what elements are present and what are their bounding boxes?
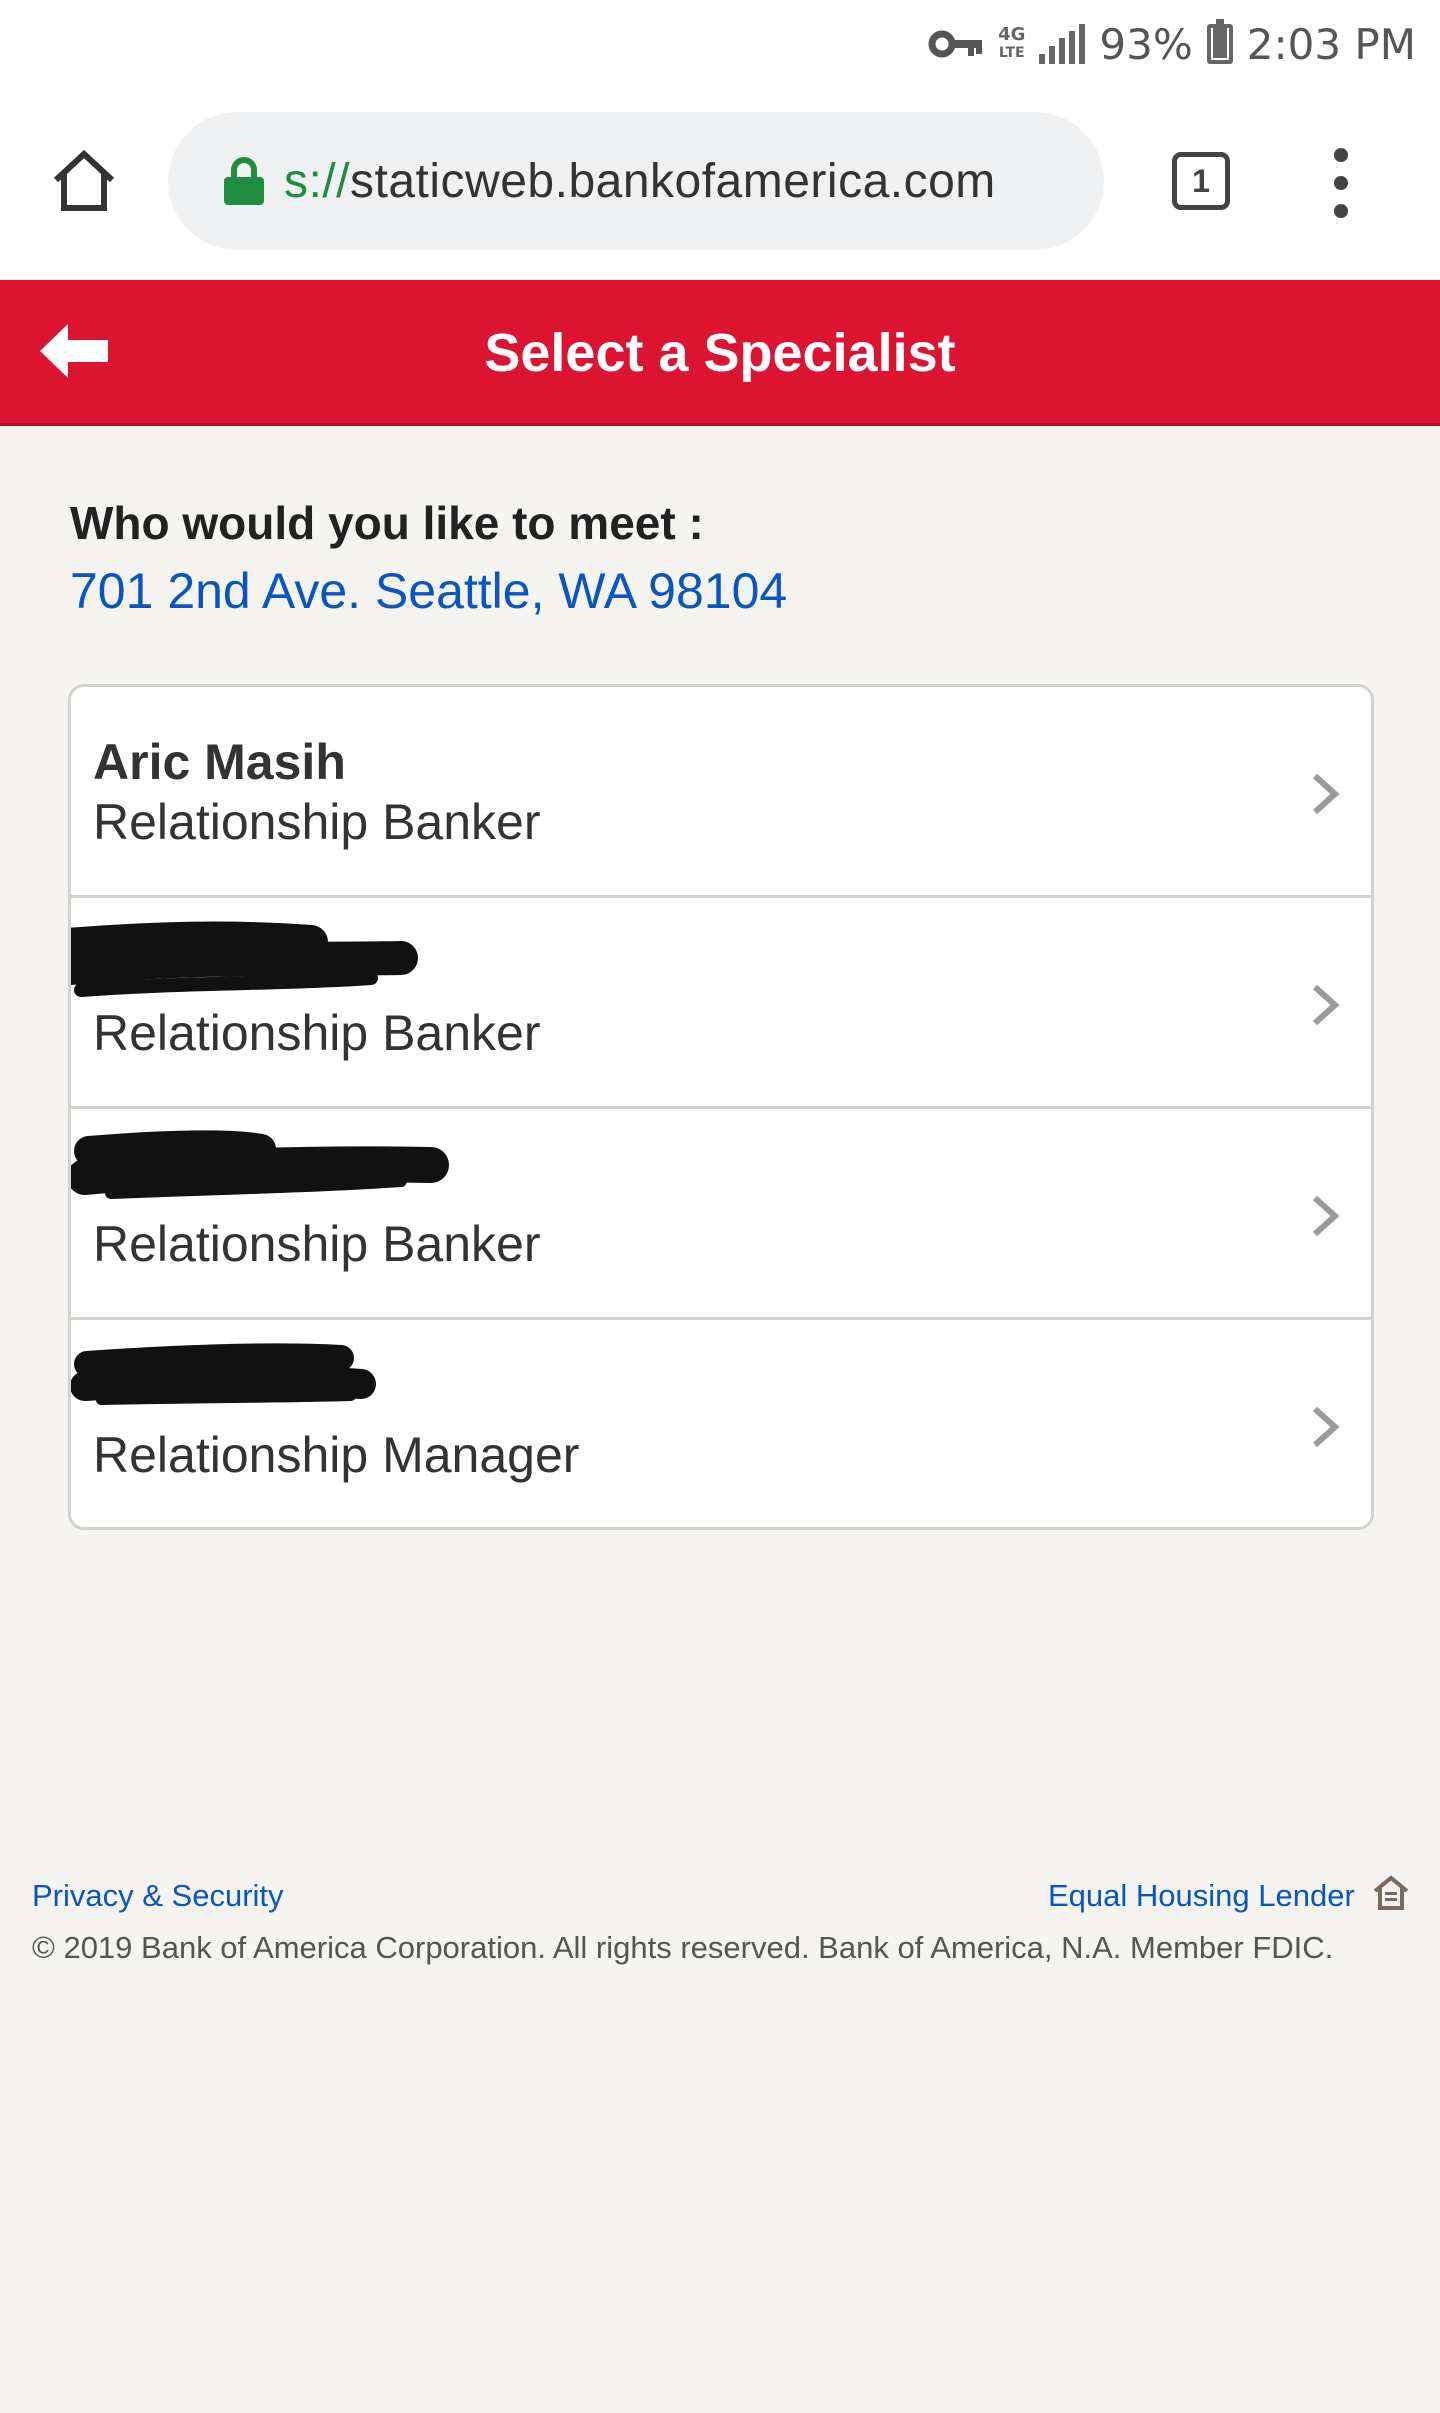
redaction-scribble bbox=[71, 921, 418, 997]
signal-strength-icon bbox=[1039, 24, 1086, 64]
browser-toolbar: s://staticweb.bankofamerica.com 1 bbox=[0, 88, 1440, 280]
specialist-name: Aric Masih bbox=[93, 734, 346, 790]
chevron-right-icon bbox=[1312, 1195, 1340, 1237]
specialist-row[interactable]: Relationship Manager bbox=[71, 1320, 1371, 1527]
clock: 2:03 PM bbox=[1246, 19, 1416, 69]
specialist-title: Relationship Banker bbox=[93, 1005, 541, 1061]
tab-count: 1 bbox=[1192, 162, 1210, 199]
specialist-row[interactable]: Relationship Banker bbox=[71, 1109, 1371, 1320]
url-host: staticweb.bankofamerica.com bbox=[350, 154, 996, 208]
network-sub-label: LTE bbox=[998, 45, 1025, 61]
back-arrow-icon[interactable] bbox=[32, 316, 112, 386]
battery-charging-icon bbox=[1206, 19, 1233, 64]
app-header: Select a Specialist bbox=[0, 280, 1440, 426]
specialist-row[interactable]: Relationship Banker bbox=[71, 898, 1371, 1109]
specialist-list: Aric Masih Relationship Banker Relations… bbox=[68, 684, 1374, 1530]
status-bar: 4G LTE 93% 2:03 PM bbox=[0, 0, 1440, 88]
home-icon[interactable] bbox=[48, 144, 120, 216]
specialist-title: Relationship Banker bbox=[93, 1216, 541, 1272]
chevron-right-icon bbox=[1312, 773, 1340, 815]
equal-housing-icon bbox=[1373, 1875, 1409, 1910]
redaction-scribble bbox=[71, 1343, 376, 1405]
chevron-right-icon bbox=[1312, 984, 1340, 1026]
battery-percent: 93% bbox=[1099, 19, 1193, 69]
equal-housing-lender-link[interactable]: Equal Housing Lender bbox=[1048, 1878, 1355, 1914]
lock-icon bbox=[224, 157, 264, 205]
overflow-menu-icon[interactable] bbox=[1326, 148, 1356, 218]
url-text[interactable]: s://staticweb.bankofamerica.com bbox=[284, 154, 996, 209]
copyright-text: © 2019 Bank of America Corporation. All … bbox=[32, 1930, 1334, 1965]
specialist-title: Relationship Banker bbox=[93, 794, 541, 850]
branch-address-link[interactable]: 701 2nd Ave. Seattle, WA 98104 bbox=[70, 562, 787, 620]
address-bar[interactable]: s://staticweb.bankofamerica.com bbox=[168, 112, 1104, 250]
specialist-row[interactable]: Aric Masih Relationship Banker bbox=[71, 687, 1371, 898]
page-title: Select a Specialist bbox=[484, 323, 956, 383]
privacy-security-link[interactable]: Privacy & Security bbox=[32, 1878, 284, 1914]
network-type-indicator: 4G LTE bbox=[998, 26, 1025, 62]
tab-switcher-button[interactable]: 1 bbox=[1172, 152, 1230, 210]
specialist-title: Relationship Manager bbox=[93, 1427, 580, 1483]
vpn-key-icon bbox=[928, 30, 983, 58]
redaction-scribble bbox=[71, 1130, 449, 1199]
chevron-right-icon bbox=[1312, 1406, 1340, 1448]
network-type-label: 4G bbox=[998, 24, 1026, 45]
url-scheme: s:// bbox=[284, 154, 351, 208]
meeting-prompt: Who would you like to meet : bbox=[70, 497, 704, 549]
